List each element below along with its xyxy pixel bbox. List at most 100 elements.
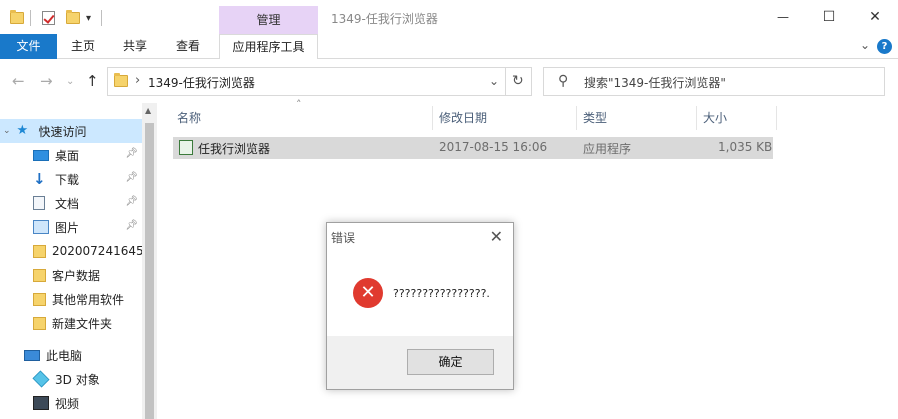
sidebar-item-label: 视频 [55,396,80,411]
up-arrow-icon[interactable]: ↑ [86,72,99,90]
sidebar-item-label: 图片 [55,220,80,235]
column-header-modified[interactable]: 修改日期 [439,106,487,130]
sidebar-item-label: 桌面 [55,148,80,163]
dialog-close-icon[interactable]: ✕ [490,227,503,246]
scrollbar-thumb[interactable] [145,123,154,419]
sidebar-item-new-folder[interactable]: 新建文件夹 [0,311,142,335]
sidebar-item-pictures[interactable]: 图片 📌︎ [0,215,142,239]
document-icon [33,196,45,210]
title-separator [101,9,102,27]
path-separator-chevron-icon[interactable]: › [135,73,140,88]
sidebar-item-desktop[interactable]: 桌面 📌︎ [0,143,142,167]
table-row[interactable]: 任我行浏览器 2017-08-15 16:06 应用程序 1,035 KB [173,137,773,159]
tab-file[interactable]: 文件 [0,34,57,59]
sidebar-item-label: 客户数据 [52,268,101,283]
customize-toolbar-chevron-icon[interactable]: ▾ [86,9,91,27]
collapse-chevron-icon[interactable]: ⌄ [3,126,11,136]
pin-icon[interactable]: 📌︎ [125,148,138,159]
address-bar[interactable]: › 1349-任我行浏览器 ⌄ ↻ [107,67,532,96]
picture-icon [33,220,49,234]
scroll-up-icon[interactable]: ▲ [145,106,151,115]
refresh-icon[interactable]: ↻ [512,73,524,89]
address-path[interactable]: 1349-任我行浏览器 [148,74,255,91]
navigation-pane: ⌄ ★ 快速访问 桌面 📌︎ ↓ 下载 📌︎ 文档 📌︎ 图片 📌︎ 20200… [0,103,142,419]
ribbon-tabs: 文件 主页 共享 查看 应用程序工具 ⌄ ? [0,34,898,60]
sidebar-item-label: 文档 [55,196,80,211]
sort-ascending-icon: ˄ [296,98,302,111]
sidebar-item-customer-data[interactable]: 客户数据 [0,263,142,287]
sidebar-item-3d-objects[interactable]: 3D 对象 [0,367,142,391]
sidebar-item-other-software[interactable]: 其他常用软件 [0,287,142,311]
sidebar-item-label: 下载 [55,172,80,187]
error-icon: ✕ [353,278,383,308]
search-icon: ⚲ [558,73,569,89]
sidebar-item-documents[interactable]: 文档 📌︎ [0,191,142,215]
sidebar-item-label: 此电脑 [46,348,83,363]
quick-access-folder-icon[interactable] [10,9,24,27]
close-button[interactable]: ✕ [852,0,898,34]
file-size: 1,035 KB [718,140,773,154]
tab-home[interactable]: 主页 [63,34,103,59]
column-divider[interactable] [576,106,577,130]
help-icon[interactable]: ? [877,39,892,54]
file-modified: 2017-08-15 16:06 [439,140,548,154]
pin-icon[interactable]: 📌︎ [125,220,138,231]
expand-ribbon-chevron-icon[interactable]: ⌄ [860,38,870,52]
sidebar-item-label: 快速访问 [38,124,87,139]
address-dropdown-chevron-icon[interactable]: ⌄ [489,74,499,88]
column-divider[interactable] [432,106,433,130]
sidebar-scrollbar[interactable]: ▲ [142,103,157,419]
sidebar-item-label: 3D 对象 [55,372,100,387]
minimize-button[interactable]: — [760,0,806,34]
tab-manage[interactable]: 管理 [219,6,318,34]
folder-icon [33,292,46,306]
error-dialog: 错误 ✕ ✕ ????????????????. 确定 [326,222,514,390]
sidebar-item-this-pc[interactable]: 此电脑 [0,343,142,367]
recent-locations-chevron-icon[interactable]: ⌄ [66,76,74,87]
tab-application-tools[interactable]: 应用程序工具 [219,34,318,60]
column-header-name[interactable]: 名称 [177,106,201,130]
address-row: ← → ⌄ ↑ › 1349-任我行浏览器 ⌄ ↻ ⚲ 搜索"1349-任我行浏… [0,59,898,103]
search-input[interactable]: ⚲ 搜索"1349-任我行浏览器" [543,67,885,96]
cube-icon [32,370,50,388]
search-placeholder[interactable]: 搜索"1349-任我行浏览器" [584,74,726,91]
application-exe-icon [179,140,193,155]
dialog-message: ????????????????. [393,287,490,300]
sidebar-item-label: 其他常用软件 [52,292,125,307]
computer-icon [24,349,40,361]
sidebar-item-label: 20200724164515 [52,244,142,258]
folder-icon [33,316,46,330]
new-folder-icon[interactable] [66,9,80,27]
file-name[interactable]: 任我行浏览器 [198,140,270,157]
forward-arrow-icon[interactable]: → [40,72,53,90]
file-type: 应用程序 [583,142,632,156]
video-icon [33,396,49,410]
column-header-type[interactable]: 类型 [583,106,607,130]
tab-view[interactable]: 查看 [168,34,208,59]
pin-icon[interactable]: 📌︎ [125,172,138,183]
column-divider[interactable] [776,106,777,130]
address-folder-icon [114,73,128,87]
properties-check-icon[interactable] [42,9,55,27]
window-title: 1349-任我行浏览器 [331,12,438,26]
column-divider[interactable] [696,106,697,130]
sidebar-item-folder-20200724[interactable]: 20200724164515 [0,239,142,263]
maximize-button[interactable]: ☐ [806,0,852,34]
sidebar-item-quick-access[interactable]: ⌄ ★ 快速访问 [0,119,142,143]
sidebar-item-label: 新建文件夹 [52,316,113,331]
sidebar-item-downloads[interactable]: ↓ 下载 📌︎ [0,167,142,191]
tab-share[interactable]: 共享 [115,34,155,59]
ok-button[interactable]: 确定 [407,349,494,375]
dialog-footer: 确定 [327,336,513,389]
dialog-title: 错误 [331,231,356,245]
folder-icon [33,268,46,282]
pin-icon[interactable]: 📌︎ [125,196,138,207]
back-arrow-icon[interactable]: ← [12,72,25,90]
folder-icon [33,244,46,258]
address-divider [505,68,506,95]
desktop-icon [33,149,49,161]
sidebar-item-videos[interactable]: 视频 [0,391,142,415]
download-icon: ↓ [33,170,46,188]
star-icon: ★ [16,123,29,138]
column-header-size[interactable]: 大小 [703,106,727,130]
